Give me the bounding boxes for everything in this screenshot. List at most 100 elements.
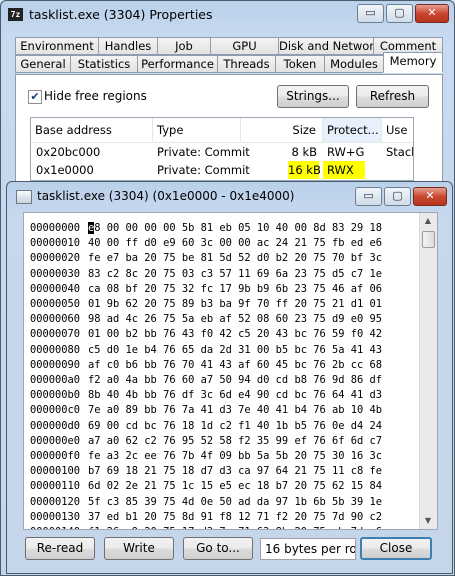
properties-window-title: tasklist.exe (3304) Properties — [29, 7, 213, 22]
tab-gpu[interactable]: GPU — [210, 37, 279, 55]
hex-bytes[interactable]: 69 00 cd bc 76 18 1d c2 f1 40 1b b5 76 0… — [88, 418, 382, 434]
tab-environment[interactable]: Environment — [15, 37, 99, 55]
table-row[interactable]: 0x1e0000 Private: Commit 16 kB RWX — [31, 161, 413, 179]
editor-titlebar[interactable]: tasklist.exe (3304) (0x1e0000 - 0x1e4000… — [7, 182, 452, 210]
minimize-button[interactable]: ▭ — [357, 4, 384, 23]
hex-bytes[interactable]: 01 9b 62 20 75 89 b3 ba 9f 70 ff 20 75 2… — [88, 296, 382, 312]
cell-size: 8 kB — [291, 145, 317, 159]
tab-modules[interactable]: Modules — [324, 55, 384, 73]
table-row[interactable]: 0x20bc000 Private: Commit 8 kB RW+G Stac… — [31, 143, 413, 161]
hex-bytes[interactable]: c5 d0 1e b4 76 65 da 2d 31 00 b5 bc 76 5… — [88, 342, 382, 358]
app-icon: 7z — [8, 8, 23, 21]
hex-address: 000000f0 — [30, 450, 81, 462]
scroll-up-icon[interactable]: ▲ — [420, 213, 436, 229]
cell-size-highlighted: 16 kB — [288, 161, 321, 179]
tab-performance[interactable]: Performance — [137, 55, 218, 73]
cell-protect: RW+G — [327, 145, 365, 159]
hex-bytes[interactable]: 01 00 b2 bb 76 43 f0 42 c5 20 43 bc 76 5… — [88, 326, 382, 342]
hex-bytes[interactable]: 37 ed b1 20 75 8d 91 f8 12 71 f2 20 75 7… — [88, 509, 382, 525]
hex-address: 000000e0 — [30, 434, 81, 447]
hex-bytes[interactable]: 6d 02 2e 21 75 1c 15 e5 ec 18 b7 20 75 6… — [88, 478, 382, 494]
cell-use: Stack — [386, 145, 413, 159]
tab-disk-and-network[interactable]: Disk and Network — [278, 37, 381, 55]
hex-bytes[interactable]: 83 c2 8c 20 75 03 c3 57 11 69 6a 23 75 d… — [88, 266, 382, 282]
column-base-address[interactable]: Base address — [31, 118, 153, 142]
hex-bytes[interactable]: 98 ad 4c 26 75 5a eb af 52 08 60 23 75 d… — [88, 311, 382, 327]
hex-address: 00000080 — [30, 343, 81, 356]
hex-bytes[interactable]: e8 00 00 00 00 5b 81 eb 05 10 40 00 8d 8… — [88, 220, 382, 236]
tab-general[interactable]: General — [15, 55, 71, 73]
hex-address: 00000000 — [30, 222, 81, 234]
bytes-per-row-select[interactable]: 16 bytes per row — [260, 538, 356, 560]
memory-editor-window: tasklist.exe (3304) (0x1e0000 - 0x1e4000… — [6, 181, 453, 574]
hex-address: 000000c0 — [30, 404, 81, 417]
hex-address: 00000030 — [30, 267, 81, 280]
memory-list[interactable]: Base address Type Size Protect... Use 0x… — [30, 117, 414, 181]
hex-address: 00000140 — [30, 524, 80, 529]
editor-window-title: tasklist.exe (3304) (0x1e0000 - 0x1e4000… — [37, 189, 295, 203]
hex-bytes[interactable]: 7e a0 89 bb 76 7a 41 d3 7e 40 41 b4 76 a… — [88, 402, 382, 418]
hex-bytes[interactable]: 8b 40 4b bb 76 df 3c 6d e4 90 cd bc 76 6… — [88, 387, 382, 403]
hide-free-regions-label: Hide free regions — [44, 89, 147, 103]
tab-job[interactable]: Job — [157, 37, 211, 55]
hex-address: 000000a0 — [30, 374, 81, 386]
hex-bytes[interactable]: b7 69 18 21 75 18 d7 d3 ca 97 64 21 75 1… — [88, 463, 382, 479]
tab-token[interactable]: Token — [275, 55, 325, 73]
editor-maximize-button[interactable]: ▢ — [384, 187, 411, 206]
hex-address: 00000120 — [30, 495, 81, 508]
column-size[interactable]: Size — [241, 118, 323, 142]
column-use[interactable]: Use — [382, 118, 413, 142]
hide-free-regions-checkbox[interactable]: ✔ — [28, 90, 42, 104]
editor-close-icon[interactable]: ✕ — [413, 187, 447, 206]
hex-cursor: e — [88, 222, 95, 234]
hex-address: 000000b0 — [30, 389, 81, 402]
tab-threads[interactable]: Threads — [217, 55, 276, 73]
hex-address: 00000070 — [30, 328, 81, 341]
goto-button[interactable]: Go to... — [183, 537, 253, 560]
scroll-thumb[interactable] — [422, 231, 435, 248]
hex-address: 000000d0 — [30, 419, 81, 432]
hex-bytes[interactable]: af c0 b6 bb 76 70 41 43 af 60 45 bc 76 2… — [88, 357, 382, 373]
strings-button[interactable]: Strings... — [277, 85, 349, 108]
hex-bytes[interactable]: fe e7 ba 20 75 be 81 5d 52 d0 b2 20 75 7… — [88, 250, 382, 266]
vertical-scrollbar[interactable]: ▲ ▼ — [419, 213, 437, 529]
tab-statistics[interactable]: Statistics — [70, 55, 138, 73]
hex-address: 00000100 — [30, 465, 81, 478]
hex-address: 00000050 — [30, 298, 81, 310]
column-type[interactable]: Type — [153, 118, 241, 142]
hex-address: 00000110 — [30, 480, 81, 493]
maximize-button[interactable]: ▢ — [386, 4, 413, 23]
close-button[interactable]: Close — [360, 537, 432, 560]
hex-bytes[interactable]: 40 00 ff d0 e9 60 3c 00 00 ac 24 21 75 f… — [88, 235, 382, 251]
close-icon[interactable]: ✕ — [415, 4, 449, 23]
hex-bytes[interactable]: f2 a0 4a bb 76 60 a7 50 94 d0 cd b8 76 9… — [88, 372, 382, 388]
memory-list-header: Base address Type Size Protect... Use — [31, 118, 413, 143]
tab-handles[interactable]: Handles — [98, 37, 158, 55]
editor-minimize-button[interactable]: ▭ — [355, 187, 382, 206]
write-button[interactable]: Write — [104, 537, 174, 560]
hex-bytes[interactable]: 5f c3 85 39 75 4d 0e 50 ad da 97 1b 6b 5… — [88, 494, 382, 510]
hex-bytes[interactable]: f1 26 a9 20 75 17 d3 7a 71 63 8b 20 75 e… — [88, 524, 382, 529]
cell-base: 0x1e0000 — [36, 163, 94, 177]
hex-bytes[interactable]: a7 a0 62 c2 76 95 52 58 f2 35 99 ef 76 6… — [88, 433, 382, 449]
hex-view[interactable]: 00000000 e8 00 00 00 00 5b 81 eb 05 10 40… — [23, 212, 438, 530]
hex-address: 00000020 — [30, 252, 81, 265]
hex-address: 00000010 — [30, 237, 81, 250]
cell-type: Private: Commit — [157, 163, 250, 177]
hex-bytes[interactable]: fe a3 2c ee 76 7b 4f 09 bb 5a 5b 20 75 3… — [88, 448, 382, 464]
hex-address: 00000040 — [30, 282, 81, 295]
scroll-down-icon[interactable]: ▼ — [420, 513, 436, 529]
properties-titlebar[interactable]: 7z tasklist.exe (3304) Properties ▭ ▢ ✕ — [1, 1, 454, 29]
hex-address: 00000090 — [30, 358, 81, 371]
refresh-button[interactable]: Refresh — [356, 85, 429, 108]
hex-address: 00000060 — [30, 313, 81, 326]
column-protection[interactable]: Protect... — [323, 118, 382, 142]
cell-base: 0x20bc000 — [36, 145, 101, 159]
reread-button[interactable]: Re-read — [25, 537, 95, 560]
hex-address: 00000130 — [30, 510, 81, 523]
cell-type: Private: Commit — [157, 145, 250, 159]
cell-protect-highlighted: RWX — [323, 161, 365, 179]
window-icon — [16, 190, 32, 204]
hex-bytes[interactable]: ca 08 bf 20 75 32 fc 17 9b b9 6b 23 75 4… — [88, 281, 382, 297]
tab-memory[interactable]: Memory — [383, 52, 443, 73]
